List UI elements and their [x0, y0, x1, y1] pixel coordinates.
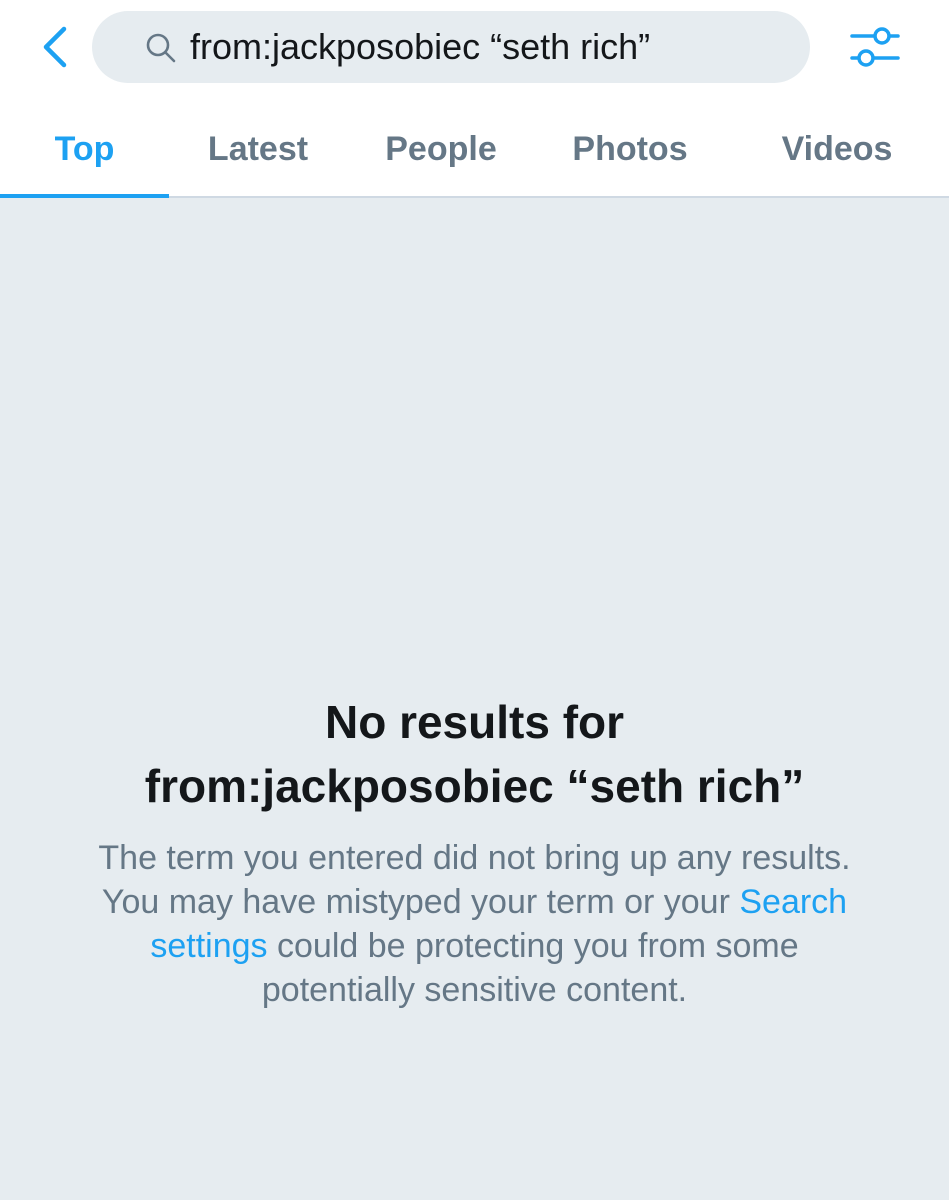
search-icon	[146, 33, 176, 63]
description-text-before: The term you entered did not bring up an…	[98, 839, 851, 921]
tab-latest[interactable]: Latest	[172, 110, 344, 188]
sliders-icon	[850, 27, 900, 67]
top-bar: Top Latest People Photos Videos	[0, 0, 949, 198]
tab-photos[interactable]: Photos	[540, 110, 720, 188]
no-results-title-line1: No results for	[324, 696, 625, 748]
search-input[interactable]	[190, 11, 790, 83]
chevron-left-icon	[43, 26, 67, 68]
search-bar[interactable]	[92, 11, 810, 83]
no-results-message: No results for from:jackposobiec “seth r…	[0, 690, 949, 1012]
back-button[interactable]	[30, 22, 80, 72]
search-tabs: Top Latest People Photos Videos	[0, 110, 949, 198]
no-results-description: The term you entered did not bring up an…	[95, 836, 855, 1012]
no-results-query: from:jackposobiec “seth rich”	[144, 760, 805, 812]
no-results-title: No results for from:jackposobiec “seth r…	[0, 690, 949, 818]
description-text-after: could be protecting you from some potent…	[261, 927, 799, 1009]
tab-videos[interactable]: Videos	[745, 110, 929, 188]
tab-people[interactable]: People	[350, 110, 532, 188]
tab-top[interactable]: Top	[0, 110, 169, 188]
search-filter-button[interactable]	[846, 22, 906, 72]
active-tab-indicator	[0, 194, 169, 198]
